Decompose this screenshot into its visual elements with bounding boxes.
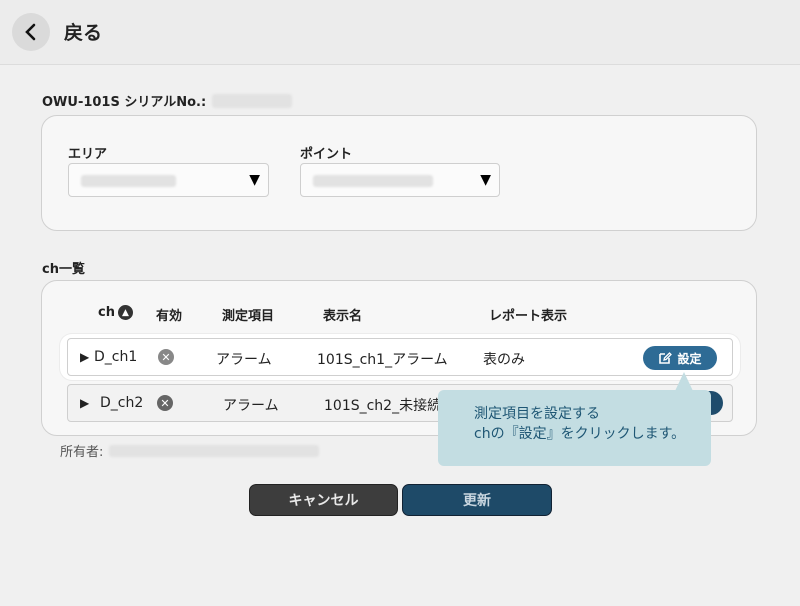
owner-value-redacted [109, 444, 320, 457]
owner-label: 所有者: [60, 445, 104, 460]
channel-list-label: ch一覧 [42, 262, 85, 277]
channel-display-name: 101S_ch2_未接続 [324, 398, 442, 414]
column-enabled: 有効 [156, 309, 183, 324]
back-label[interactable]: 戻る [64, 18, 102, 45]
channel-item: アラーム [223, 398, 279, 414]
area-select[interactable]: ▼ [68, 163, 269, 197]
header-bar: 戻る [0, 0, 800, 65]
triangle-down-icon: ▼ [249, 172, 260, 188]
triangle-down-icon: ▼ [480, 172, 491, 188]
channel-item: アラーム [216, 352, 272, 368]
tooltip-pointer [675, 372, 693, 391]
chevron-left-icon [25, 23, 36, 41]
point-label: ポイント [300, 147, 353, 162]
settings-button-label: 設定 [677, 351, 702, 366]
column-display: 表示名 [323, 309, 363, 324]
x-circle-icon: ✕ [157, 395, 173, 411]
instruction-tooltip: 測定項目を設定する chの『設定』をクリックします。 [438, 390, 711, 466]
area-label: エリア [68, 147, 108, 162]
channel-name: D_ch1 [94, 349, 138, 365]
column-ch-label: ch [98, 305, 115, 320]
channel-name: D_ch2 [100, 395, 144, 411]
serial-number: OWU-101S シリアルNo.: [42, 91, 293, 110]
tooltip-line-2: chの『設定』をクリックします。 [474, 426, 686, 442]
channel-report: 表のみ [483, 352, 525, 368]
settings-button[interactable]: 設定 [643, 346, 717, 370]
point-value-redacted [313, 175, 433, 187]
channel-display-name: 101S_ch1_アラーム [317, 352, 448, 368]
channel-row-1-highlight: ▶ D_ch1 ✕ アラーム 101S_ch1_アラーム 表のみ 設定 [60, 334, 740, 380]
point-select[interactable]: ▼ [300, 163, 500, 197]
column-ch[interactable]: ch ▲ [98, 305, 133, 320]
back-button[interactable] [12, 13, 50, 51]
owner-row: 所有者: [60, 441, 320, 460]
update-button[interactable]: 更新 [402, 484, 552, 516]
triangle-right-icon[interactable]: ▶ [80, 350, 89, 364]
channel-row[interactable]: ▶ D_ch1 ✕ アラーム 101S_ch1_アラーム 表のみ 設定 [67, 338, 733, 376]
serial-value-redacted [212, 93, 293, 108]
x-circle-icon: ✕ [158, 349, 174, 365]
column-report: レポート表示 [489, 309, 568, 324]
chevron-up-icon[interactable]: ▲ [117, 305, 133, 320]
triangle-right-icon[interactable]: ▶ [80, 396, 89, 410]
cancel-button[interactable]: キャンセル [249, 484, 398, 516]
area-value-redacted [81, 175, 176, 187]
serial-label: OWU-101S シリアルNo.: [42, 95, 207, 110]
column-item: 測定項目 [222, 309, 275, 324]
tooltip-line-1: 測定項目を設定する [474, 406, 600, 422]
edit-icon [659, 352, 673, 364]
